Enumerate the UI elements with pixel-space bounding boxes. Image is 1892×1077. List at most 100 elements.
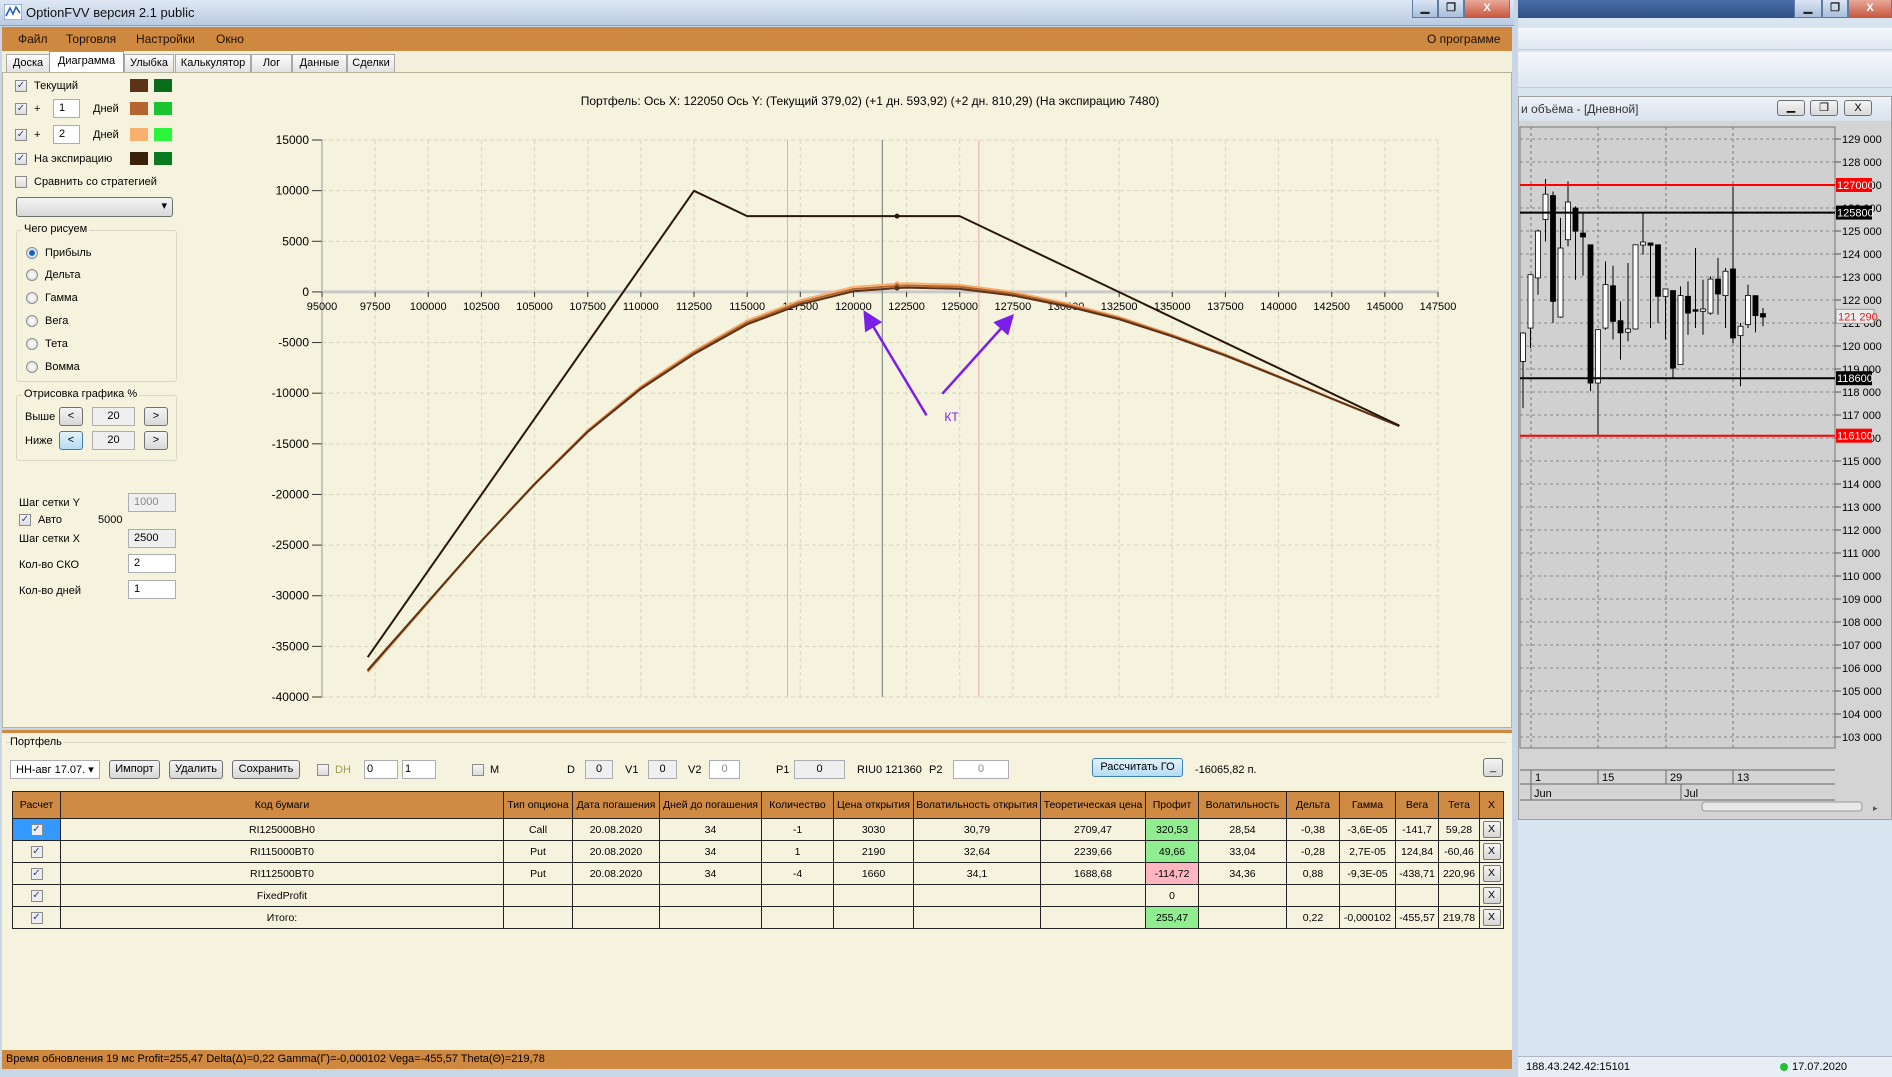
cell-days: 34 bbox=[659, 818, 762, 841]
portfolio-panel: Портфель НН-авг 17.07. ▾ Импорт Удалить … bbox=[2, 730, 1512, 1050]
cell-code: Итого: bbox=[60, 906, 504, 929]
column-header[interactable]: Профит bbox=[1145, 791, 1199, 819]
pc-maximize-button[interactable]: ❐ bbox=[1810, 100, 1838, 116]
save-button[interactable]: Сохранить bbox=[232, 760, 300, 779]
connection-status-icon bbox=[1780, 1063, 1788, 1071]
remove-cell[interactable]: X bbox=[1479, 818, 1504, 841]
table-row[interactable]: ✓ FixedProfit 0 X bbox=[12, 884, 1504, 907]
price-chart-title-bar: и объёма - [Дневной] ▁ ❐ X bbox=[1519, 97, 1891, 121]
p2-input[interactable]: 0 bbox=[953, 760, 1009, 779]
calc-checkbox[interactable]: ✓ bbox=[30, 890, 43, 902]
table-row[interactable]: ✓ RI115000BT0 Put 20.08.2020 34 1 2190 32,64 223… bbox=[12, 840, 1504, 863]
annotation-arrow bbox=[863, 310, 928, 417]
m-checkbox[interactable] bbox=[472, 764, 484, 776]
calc-checkbox[interactable]: ✓ bbox=[30, 824, 43, 836]
column-header[interactable]: X bbox=[1479, 791, 1504, 819]
calc-checkbox[interactable]: ✓ bbox=[30, 868, 43, 880]
pc-close-button[interactable]: X bbox=[1844, 100, 1872, 116]
cell-date: 20.08.2020 bbox=[572, 818, 660, 841]
x-tick-label: 97500 bbox=[360, 301, 391, 313]
date-display: 17.07.2020 bbox=[1792, 1061, 1848, 1073]
remove-row-button[interactable]: X bbox=[1482, 909, 1501, 926]
remove-cell[interactable]: X bbox=[1479, 862, 1504, 885]
calc-checkbox-cell[interactable]: ✓ bbox=[12, 840, 61, 863]
x-tick-label: 102500 bbox=[463, 301, 500, 313]
column-header[interactable]: Дата погашения bbox=[572, 791, 660, 819]
remove-cell[interactable]: X bbox=[1479, 906, 1504, 929]
bg-minimize-button[interactable]: ▁ bbox=[1794, 0, 1822, 18]
calc-checkbox-cell[interactable]: ✓ bbox=[12, 884, 61, 907]
column-header[interactable]: Гамма bbox=[1339, 791, 1396, 819]
cell-code: RI112500BT0 bbox=[60, 862, 504, 885]
column-header[interactable]: Количество bbox=[761, 791, 834, 819]
remove-row-button[interactable]: X bbox=[1482, 843, 1501, 860]
m-label: M bbox=[490, 764, 500, 776]
cell-days bbox=[659, 906, 762, 929]
bg-maximize-button[interactable]: ❐ bbox=[1822, 0, 1848, 18]
spin1-input[interactable]: 0 bbox=[364, 760, 398, 779]
v2-input[interactable]: 0 bbox=[709, 760, 740, 779]
portfolio-select[interactable]: НН-авг 17.07. ▾ bbox=[10, 760, 100, 779]
column-header[interactable]: Тип опциона bbox=[503, 791, 573, 819]
y-tick-label: 15000 bbox=[276, 133, 310, 147]
column-header[interactable]: Расчет bbox=[12, 791, 61, 819]
column-header[interactable]: Вега bbox=[1395, 791, 1439, 819]
collapse-button[interactable]: _ bbox=[1483, 758, 1503, 777]
cell-vega: -438,71 bbox=[1395, 862, 1439, 885]
cell-theo bbox=[1040, 906, 1146, 929]
cell-open: 3030 bbox=[833, 818, 914, 841]
cell-open bbox=[833, 906, 914, 929]
p1-input[interactable]: 0 bbox=[794, 760, 845, 779]
x-tick-label: 127500 bbox=[994, 301, 1031, 313]
calc-margin-button[interactable]: Рассчитать ГО bbox=[1092, 758, 1183, 777]
table-row[interactable]: ✓ RI112500BT0 Put 20.08.2020 34 -4 1660 34,1 168… bbox=[12, 862, 1504, 885]
cursor-point bbox=[894, 213, 900, 219]
x-tick-label: 105000 bbox=[516, 301, 553, 313]
remove-row-button[interactable]: X bbox=[1482, 887, 1501, 904]
column-header[interactable]: Дельта bbox=[1286, 791, 1340, 819]
payoff-chart[interactable]: 15000 10000 5000 0 -5000 -10000 -15000 -20000 -2… bbox=[0, 0, 1514, 730]
calc-checkbox-cell[interactable]: ✓ bbox=[12, 906, 61, 929]
column-header[interactable]: Тета bbox=[1438, 791, 1480, 819]
cell-date bbox=[572, 884, 660, 907]
calc-checkbox[interactable]: ✓ bbox=[30, 912, 43, 924]
d-input[interactable]: 0 bbox=[585, 760, 613, 779]
calc-checkbox-cell[interactable]: ✓ bbox=[12, 862, 61, 885]
table-row[interactable]: ✓ RI125000BH0 Call 20.08.2020 34 -1 3030 30,79 2… bbox=[12, 818, 1504, 841]
remove-row-button[interactable]: X bbox=[1482, 821, 1501, 838]
column-header[interactable]: Волатильность открытия bbox=[913, 791, 1041, 819]
cell-open bbox=[833, 884, 914, 907]
column-header[interactable]: Дней до погашения bbox=[659, 791, 762, 819]
column-header[interactable]: Теоретическая цена bbox=[1040, 791, 1146, 819]
remove-cell[interactable]: X bbox=[1479, 840, 1504, 863]
cell-vol: 28,54 bbox=[1198, 818, 1287, 841]
pc-minimize-button[interactable]: ▁ bbox=[1777, 100, 1805, 116]
server-address: 188.43.242.42:15101 bbox=[1526, 1061, 1630, 1073]
table-row[interactable]: ✓ Итого: 255,47 0,22 -0,000102 -455,57 219,78 X bbox=[12, 906, 1504, 929]
spin2-input[interactable]: 1 bbox=[402, 760, 436, 779]
cell-type: Put bbox=[503, 840, 573, 863]
column-header[interactable]: Код бумаги bbox=[60, 791, 504, 819]
import-button[interactable]: Импорт bbox=[109, 760, 160, 779]
bg-close-button[interactable]: X bbox=[1848, 0, 1892, 18]
y-tick-label: -10000 bbox=[272, 386, 310, 400]
v1-label: V1 bbox=[625, 764, 639, 776]
column-header[interactable]: Цена открытия bbox=[833, 791, 914, 819]
calc-checkbox[interactable]: ✓ bbox=[30, 846, 43, 858]
remove-row-button[interactable]: X bbox=[1482, 865, 1501, 882]
x-tick-label: 125000 bbox=[941, 301, 978, 313]
y-tick-label: 5000 bbox=[282, 234, 309, 248]
column-header[interactable]: Волатильность bbox=[1198, 791, 1287, 819]
annotation-arrow bbox=[941, 314, 1015, 395]
x-tick-label: 120000 bbox=[835, 301, 872, 313]
dh-checkbox[interactable] bbox=[317, 764, 329, 776]
y-tick-label: -40000 bbox=[272, 690, 310, 704]
x-tick-label: 95000 bbox=[307, 301, 338, 313]
v1-input[interactable]: 0 bbox=[648, 760, 677, 779]
cell-days bbox=[659, 884, 762, 907]
calc-checkbox-cell[interactable]: ✓ bbox=[12, 818, 61, 841]
delete-button[interactable]: Удалить bbox=[169, 760, 223, 779]
x-tick-label: 107500 bbox=[569, 301, 606, 313]
remove-cell[interactable]: X bbox=[1479, 884, 1504, 907]
status-bar: Время обновления 19 мс Profit=255,47 Del… bbox=[2, 1050, 1512, 1069]
